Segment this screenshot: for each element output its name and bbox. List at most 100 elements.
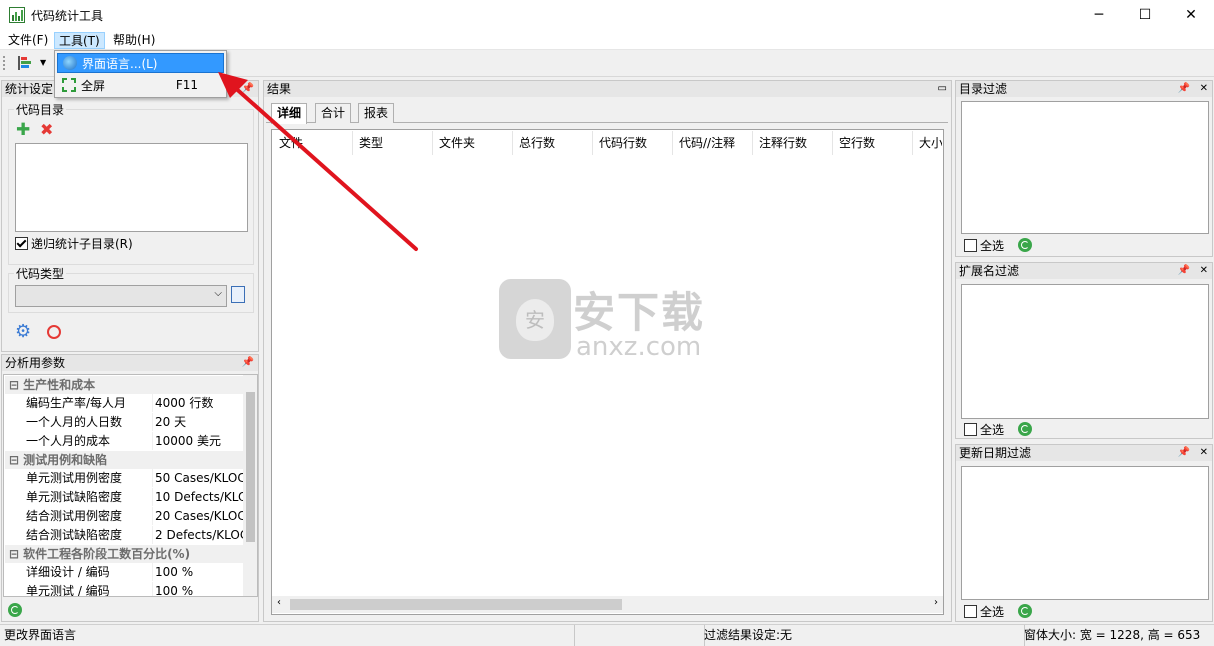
- maximize-panel-icon[interactable]: ▭: [938, 81, 947, 97]
- window-title: 代码统计工具: [31, 9, 104, 23]
- status-window-size: 窗体大小: 宽 = 1228, 高 = 653: [1024, 628, 1201, 642]
- chart-tool-icon[interactable]: [17, 55, 35, 71]
- panel-header: 更新日期过滤 📌 ✕: [956, 445, 1212, 461]
- date-filter-panel: 更新日期过滤 📌 ✕ 全选: [955, 444, 1213, 622]
- property-row[interactable]: 单元测试 / 编码 100 %: [22, 582, 243, 596]
- column-header[interactable]: 总行数: [513, 131, 593, 155]
- panel-title: 扩展名过滤: [959, 264, 1020, 278]
- analysis-params-panel: 分析用参数 📌 ⊟ 生产性和成本 编码生产率/每人月 4000 行数 一个人月的人日…: [1, 354, 259, 622]
- checkbox-icon: [964, 423, 977, 436]
- menu-file[interactable]: 文件(F): [4, 32, 52, 49]
- toolbar-grip[interactable]: [3, 56, 5, 70]
- property-category[interactable]: ⊟ 测试用例和缺陷: [5, 451, 243, 469]
- checkbox-label: 全选: [980, 605, 1005, 619]
- recurse-checkbox[interactable]: 递归统计子目录(R): [15, 235, 133, 252]
- property-row[interactable]: 结合测试用例密度 20 Cases/KLOC: [22, 507, 245, 527]
- property-row[interactable]: 一个人月的成本 10000 美元: [22, 432, 243, 452]
- menu-item-language[interactable]: 界面语言...(L): [57, 53, 224, 73]
- title-bar: 代码统计工具 ─ ☐ ✕: [0, 0, 1214, 30]
- code-dir-label: 代码目录: [14, 101, 67, 118]
- property-category[interactable]: ⊟ 生产性和成本: [5, 376, 243, 394]
- select-all-checkbox[interactable]: 全选: [964, 421, 1004, 438]
- date-filter-list[interactable]: [961, 466, 1209, 600]
- menu-item-label: 全屏: [81, 78, 106, 93]
- chevron-down-icon[interactable]: ▼: [40, 58, 46, 67]
- ext-filter-panel: 扩展名过滤 📌 ✕ 全选: [955, 262, 1213, 439]
- property-row[interactable]: 单元测试缺陷密度10 Defects/KLOC: [22, 488, 245, 508]
- checkbox-label: 递归统计子目录(R): [31, 237, 133, 251]
- select-all-checkbox[interactable]: 全选: [964, 603, 1004, 620]
- checkbox-icon: [15, 237, 28, 250]
- add-icon[interactable]: ✚: [16, 122, 30, 139]
- panel-header: 扩展名过滤 📌 ✕: [956, 263, 1212, 279]
- refresh-icon[interactable]: [1018, 422, 1032, 436]
- property-row[interactable]: 编码生产率/每人月 4000 行数: [22, 394, 243, 414]
- status-bar: 更改界面语言 过滤结果设定:无 窗体大小: 宽 = 1228, 高 = 653: [0, 624, 1214, 646]
- menu-help[interactable]: 帮助(H): [109, 32, 159, 49]
- watermark-badge: 安: [516, 299, 554, 341]
- globe-icon: [63, 56, 77, 70]
- watermark-bag-icon: 安: [499, 279, 571, 359]
- close-icon[interactable]: ✕: [1200, 445, 1208, 461]
- close-button[interactable]: ✕: [1168, 0, 1214, 30]
- pin-icon[interactable]: 📌: [1178, 263, 1190, 279]
- checkbox-label: 全选: [980, 423, 1005, 437]
- gears-icon[interactable]: ⚙: [15, 322, 31, 342]
- panel-header: 目录过滤 📌 ✕: [956, 81, 1212, 97]
- menu-item-shortcut: F11: [175, 78, 198, 92]
- refresh-icon[interactable]: [8, 603, 22, 617]
- column-header[interactable]: 大小: [913, 131, 942, 155]
- column-header[interactable]: 代码//注释: [673, 131, 753, 155]
- dir-filter-list[interactable]: [961, 101, 1209, 234]
- close-icon[interactable]: ✕: [1200, 263, 1208, 279]
- fullscreen-icon: [62, 78, 76, 92]
- status-filter: 过滤结果设定:无: [700, 625, 1025, 646]
- property-category[interactable]: ⊟ 软件工程各阶段工数百分比(%): [5, 545, 243, 563]
- scrollbar-thumb[interactable]: [246, 392, 255, 542]
- select-all-checkbox[interactable]: 全选: [964, 237, 1004, 254]
- panel-title: 统计设定: [5, 82, 54, 96]
- column-header[interactable]: 代码行数: [593, 131, 673, 155]
- property-grid[interactable]: ⊟ 生产性和成本 编码生产率/每人月 4000 行数 一个人月的人日数 20 天 一个…: [3, 374, 258, 597]
- column-header[interactable]: 文件夹: [433, 131, 513, 155]
- menu-item-label: 界面语言...(L): [82, 56, 158, 71]
- chevron-right-icon[interactable]: ›: [934, 597, 938, 608]
- property-row[interactable]: 详细设计 / 编码 100 %: [22, 563, 243, 583]
- checkbox-icon: [964, 239, 977, 252]
- delete-icon[interactable]: ✖: [40, 122, 53, 138]
- property-row[interactable]: 单元测试用例密度 50 Cases/KLOC: [22, 469, 245, 489]
- column-header[interactable]: 注释行数: [753, 131, 833, 155]
- minimize-button[interactable]: ─: [1076, 0, 1122, 30]
- ext-filter-list[interactable]: [961, 284, 1209, 419]
- pin-icon[interactable]: 📌: [1178, 81, 1190, 97]
- panel-title: 目录过滤: [959, 82, 1008, 96]
- panel-title: 分析用参数: [5, 356, 66, 370]
- menu-item-fullscreen[interactable]: 全屏 F11: [57, 75, 224, 95]
- code-type-select[interactable]: ⌵: [15, 285, 227, 307]
- stop-icon[interactable]: [47, 325, 61, 339]
- watermark-text: 安下载: [573, 288, 706, 337]
- refresh-icon[interactable]: [1018, 238, 1032, 252]
- code-type-label: 代码类型: [14, 265, 67, 282]
- chevron-left-icon[interactable]: ‹: [277, 597, 281, 608]
- scrollbar-thumb[interactable]: [290, 599, 622, 610]
- column-header[interactable]: 空行数: [833, 131, 913, 155]
- dir-filter-panel: 目录过滤 📌 ✕ 全选: [955, 80, 1213, 257]
- pin-icon[interactable]: 📌: [1178, 445, 1190, 461]
- property-row[interactable]: 结合测试缺陷密度 2 Defects/KLOC: [22, 526, 245, 546]
- checkbox-icon: [964, 605, 977, 618]
- refresh-icon[interactable]: [1018, 604, 1032, 618]
- menu-tools[interactable]: 工具(T): [54, 32, 105, 49]
- annotation-arrow: [218, 72, 418, 251]
- property-row[interactable]: 一个人月的人日数 20 天: [22, 413, 243, 433]
- panel-title: 更新日期过滤: [959, 446, 1032, 460]
- vertical-scrollbar[interactable]: [243, 375, 257, 596]
- script-icon[interactable]: [231, 286, 245, 303]
- horizontal-scrollbar[interactable]: ‹ ›: [272, 596, 943, 613]
- close-icon[interactable]: ✕: [1200, 81, 1208, 97]
- pin-icon[interactable]: 📌: [242, 355, 254, 371]
- panel-header: 分析用参数 📌: [2, 355, 258, 371]
- maximize-button[interactable]: ☐: [1122, 0, 1168, 30]
- app-icon: [9, 7, 25, 23]
- watermark-domain: anxz.com: [576, 332, 702, 362]
